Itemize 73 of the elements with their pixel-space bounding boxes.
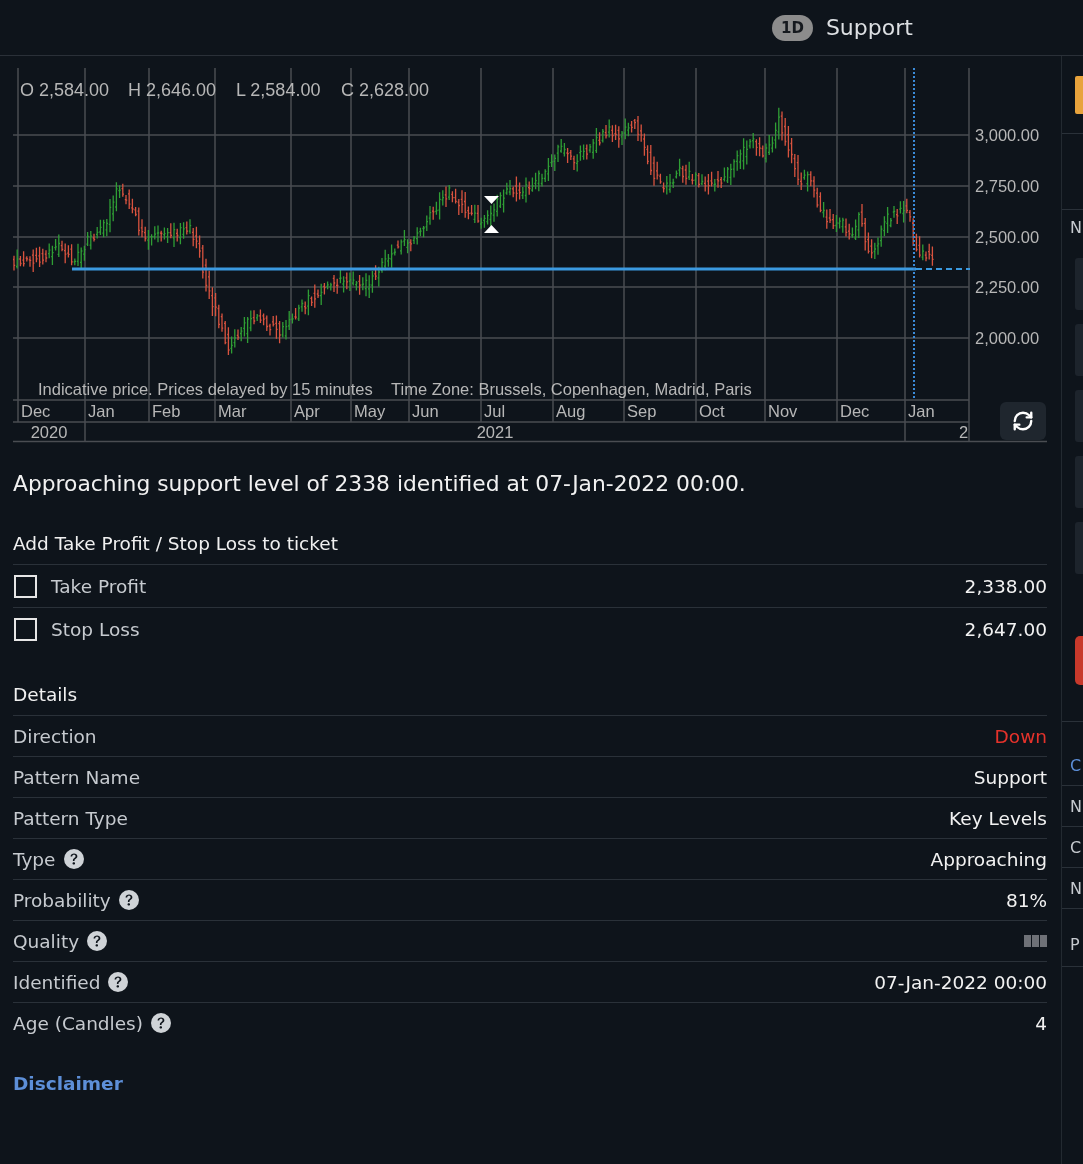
detail-label: Age (Candles) bbox=[13, 1012, 143, 1034]
option-label: Stop Loss bbox=[51, 618, 140, 640]
month-label: Dec bbox=[21, 402, 51, 420]
price-axis-label: 2,750.00 bbox=[975, 177, 1040, 195]
detail-label: Type bbox=[13, 848, 56, 870]
price-axis-label: 2,500.00 bbox=[975, 228, 1040, 246]
panel-label: N bbox=[1062, 209, 1083, 244]
price-axis-label: 2,250.00 bbox=[975, 278, 1040, 296]
month-label: Sep bbox=[627, 402, 657, 420]
refresh-icon bbox=[1012, 410, 1034, 432]
detail-value: 4 bbox=[1035, 1012, 1047, 1034]
month-label: Jun bbox=[412, 402, 439, 420]
detail-value: Approaching bbox=[930, 848, 1047, 870]
down-triangle-icon bbox=[484, 196, 499, 204]
detail-label: Direction bbox=[13, 725, 97, 747]
panel-label: N bbox=[1062, 868, 1083, 909]
price-value: 2,338.00 bbox=[964, 575, 1047, 597]
detail-label: Probability bbox=[13, 889, 111, 911]
month-label: Jan bbox=[88, 402, 115, 420]
help-icon[interactable] bbox=[63, 849, 84, 869]
detail-label: Identified bbox=[13, 971, 101, 993]
checkbox[interactable] bbox=[14, 617, 37, 641]
help-icon[interactable] bbox=[87, 931, 108, 951]
help-icon[interactable] bbox=[151, 1013, 171, 1033]
ohlc-reading: H 2,646.00 bbox=[128, 80, 217, 100]
year-label: 2020 bbox=[30, 423, 68, 441]
month-label: Jul bbox=[484, 402, 506, 420]
panel-heading: C bbox=[1062, 721, 1083, 786]
ohlc-reading: L 2,584.00 bbox=[236, 80, 321, 100]
checkbox[interactable] bbox=[14, 574, 37, 598]
month-label: Apr bbox=[294, 402, 320, 420]
month-label: May bbox=[354, 402, 386, 420]
panel-label: N bbox=[1062, 786, 1083, 827]
pattern-title: Support bbox=[825, 15, 913, 40]
detail-label: Quality bbox=[13, 930, 80, 952]
detail-value: 07-Jan-2022 00:00 bbox=[874, 971, 1047, 993]
disclaimer-link[interactable]: Disclaimer bbox=[13, 1072, 123, 1096]
detail-label: Pattern Type bbox=[13, 807, 128, 829]
section-title: Details bbox=[13, 683, 1047, 716]
interval-badge: 1D bbox=[772, 14, 813, 41]
detail-value: Key Levels bbox=[949, 807, 1047, 829]
pattern-summary: Approaching support level of 2338 identified at 07-Jan-2022 00:00. bbox=[13, 470, 747, 498]
month-label: Dec bbox=[840, 402, 870, 420]
up-triangle-icon bbox=[484, 225, 499, 233]
price-axis-label: 2,000.00 bbox=[975, 329, 1040, 347]
help-icon[interactable] bbox=[118, 890, 139, 910]
detail-label: Pattern Name bbox=[13, 766, 141, 788]
panel-label: C bbox=[1062, 827, 1083, 868]
help-icon[interactable] bbox=[108, 972, 129, 992]
month-label: Aug bbox=[556, 402, 586, 420]
time-zone-notice: Time Zone: Brussels, Copenhagen, Madrid, Paris bbox=[391, 380, 752, 398]
month-label: Jan bbox=[908, 402, 935, 420]
price-value: 2,647.00 bbox=[964, 618, 1047, 640]
action-button[interactable] bbox=[1075, 636, 1083, 685]
detail-value: 81% bbox=[1005, 889, 1047, 911]
panel-label: P bbox=[1062, 909, 1083, 967]
section-title: Add Take Profit / Stop Loss to ticket bbox=[13, 532, 1047, 565]
price-axis-label: 3,000.00 bbox=[975, 126, 1040, 144]
ohlc-reading: C 2,628.00 bbox=[341, 80, 430, 100]
option-label: Take Profit bbox=[51, 575, 147, 597]
year-label: 2 bbox=[959, 423, 969, 441]
year-label: 2021 bbox=[476, 423, 514, 441]
ohlc-reading: O 2,584.00 bbox=[20, 80, 110, 100]
refresh-button[interactable] bbox=[1000, 402, 1046, 440]
month-label: Oct bbox=[699, 402, 725, 420]
square-tile-icon bbox=[1075, 76, 1083, 114]
detail-value: Support bbox=[973, 766, 1047, 788]
price-delay-notice: Indicative price. Prices delayed by 15 minutes bbox=[38, 380, 373, 398]
quality-bars-icon bbox=[1024, 935, 1047, 947]
month-label: Nov bbox=[768, 402, 798, 420]
detail-value: Down bbox=[994, 725, 1047, 747]
month-label: Mar bbox=[218, 402, 247, 420]
month-label: Feb bbox=[152, 402, 181, 420]
